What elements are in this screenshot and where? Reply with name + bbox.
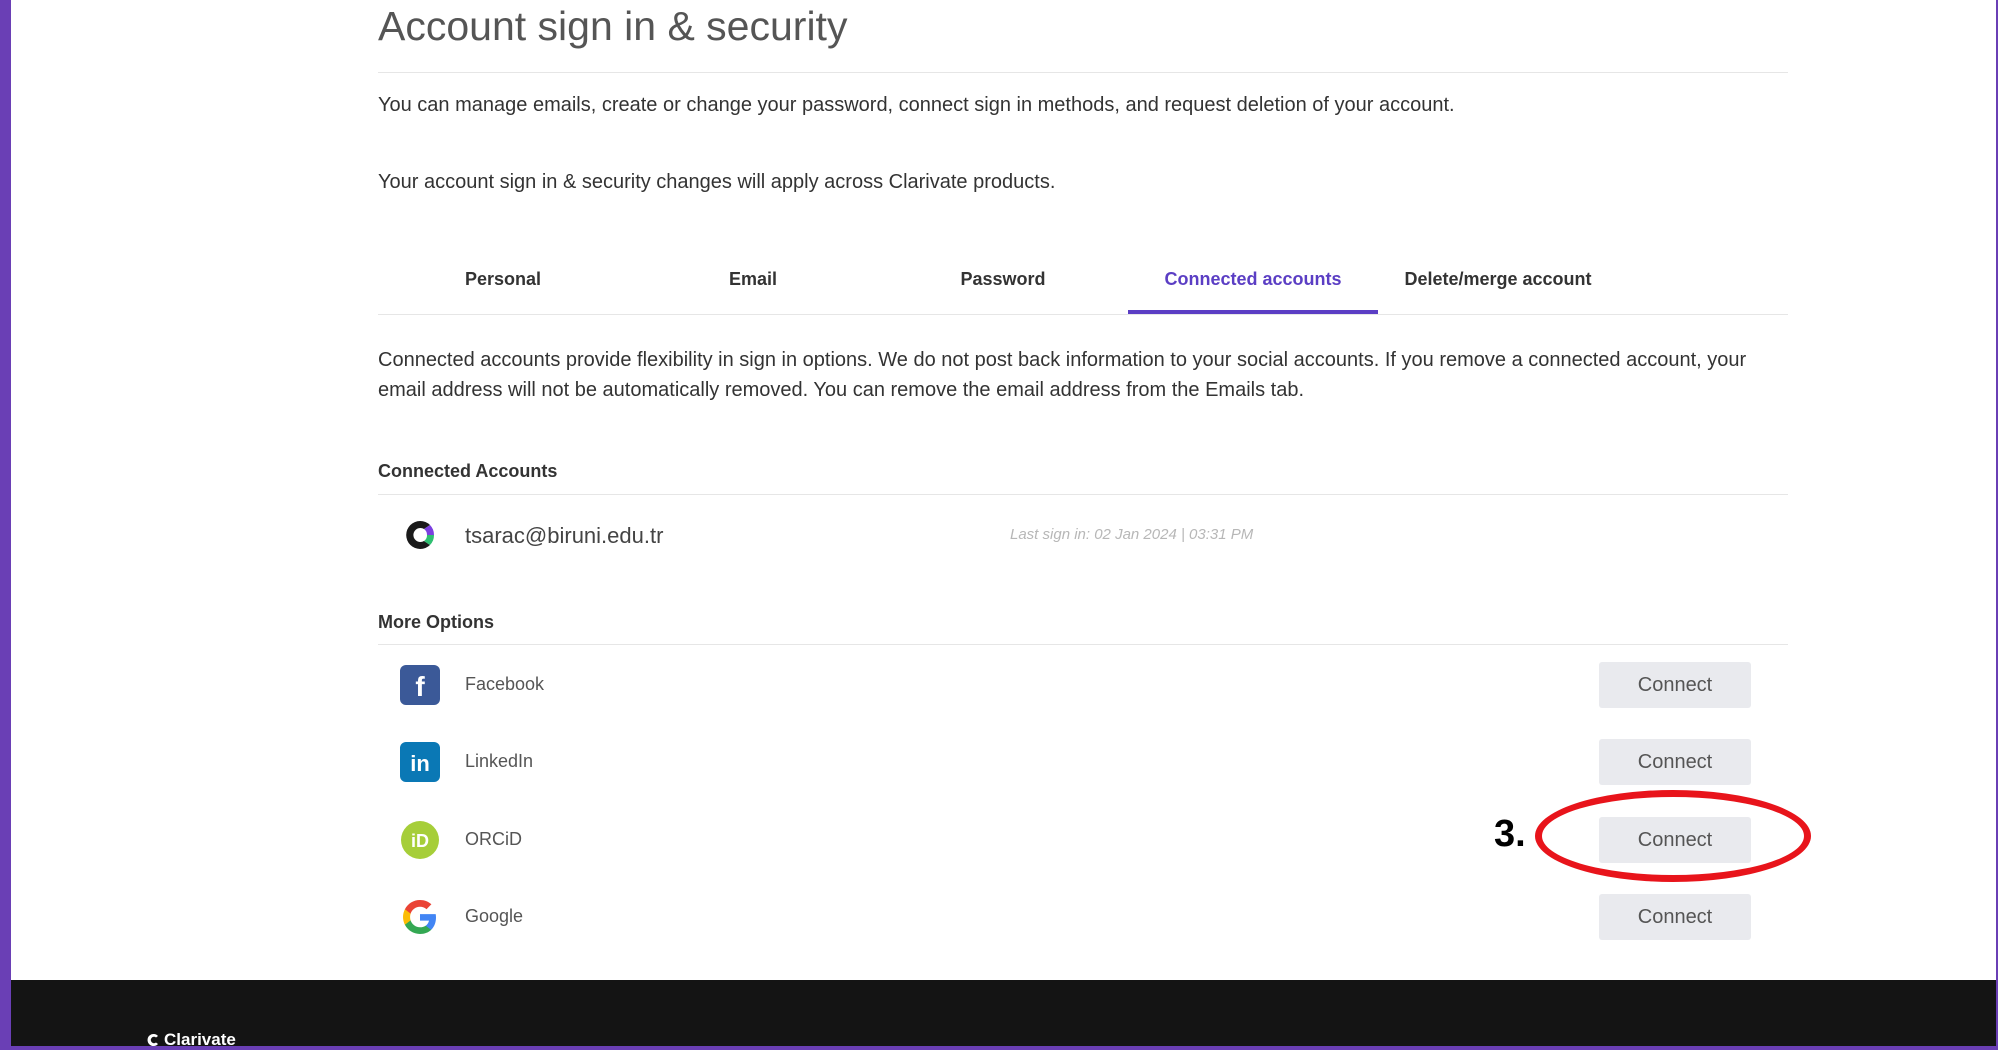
connected-accounts-heading: Connected Accounts	[378, 461, 558, 481]
clarivate-icon	[406, 521, 435, 549]
linkedin-connect-button[interactable]: Connect	[1599, 739, 1751, 785]
tab-connected-accounts[interactable]: Connected accounts	[1128, 258, 1378, 314]
connected-description: Connected accounts provide flexibility i…	[378, 349, 1747, 401]
linkedin-icon: in	[400, 742, 440, 782]
connected-email: tsarac@biruni.edu.tr	[465, 523, 664, 548]
more-options-heading: More Options	[378, 612, 494, 632]
more-options-divider	[378, 644, 1788, 645]
facebook-connect-button[interactable]: Connect	[1599, 662, 1751, 708]
page-title: Account sign in & security	[378, 3, 848, 49]
svg-text:iD: iD	[411, 831, 429, 851]
option-label-google: Google	[465, 906, 524, 926]
tab-email[interactable]: Email	[628, 258, 878, 314]
note-text: Your account sign in & security changes …	[378, 171, 1056, 193]
option-label-linkedin: LinkedIn	[465, 751, 534, 771]
footer-logo: Clarivate	[147, 1030, 236, 1050]
option-label-orcid: ORCiD	[465, 829, 522, 849]
tab-password[interactable]: Password	[878, 258, 1128, 314]
tab-bar: Personal Email Password Connected accoun…	[378, 258, 1788, 315]
intro-text: You can manage emails, create or change …	[378, 94, 1455, 116]
google-connect-button[interactable]: Connect	[1599, 894, 1751, 940]
svg-text:f: f	[415, 671, 425, 702]
option-label-facebook: Facebook	[465, 674, 545, 694]
google-icon	[403, 900, 436, 934]
tab-personal[interactable]: Personal	[378, 258, 628, 314]
tab-delete-merge-account[interactable]: Delete/merge account	[1388, 258, 1608, 314]
footer-brand: Clarivate	[164, 1030, 236, 1049]
orcid-icon: iD	[401, 821, 439, 859]
annotation-highlight-ellipse	[1535, 790, 1811, 882]
clarivate-logo-icon	[147, 1034, 158, 1046]
connected-divider	[378, 494, 1788, 495]
title-divider	[378, 72, 1788, 73]
facebook-icon: f	[400, 665, 440, 705]
footer	[11, 980, 1996, 1046]
annotation-step-number: 3.	[1494, 813, 1526, 855]
last-sign-in: Last sign in: 02 Jan 2024 | 03:31 PM	[1010, 526, 1254, 543]
svg-text:in: in	[410, 751, 430, 776]
